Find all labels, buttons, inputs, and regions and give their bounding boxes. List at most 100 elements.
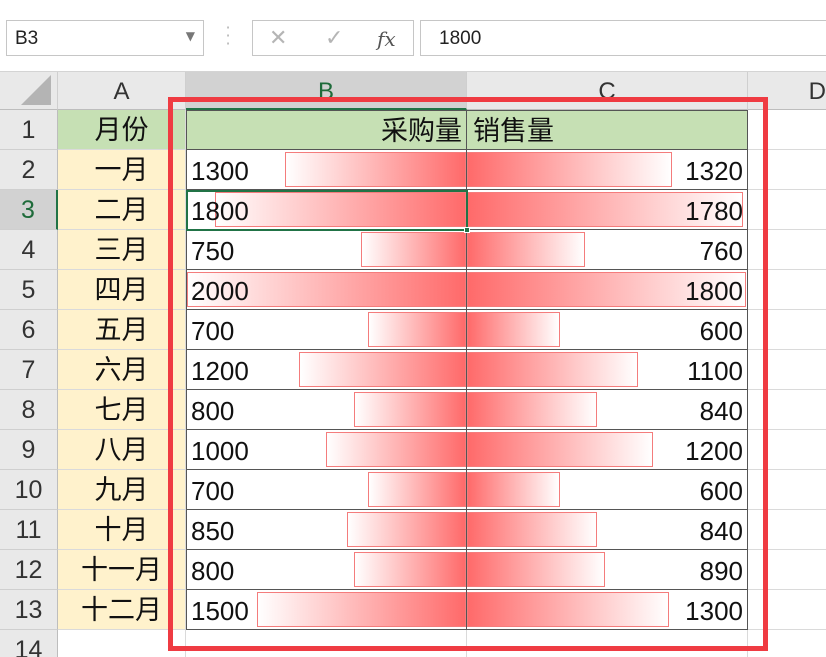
month-cell[interactable]: 九月 — [58, 470, 186, 510]
month-cell[interactable]: 十一月 — [58, 550, 186, 590]
sales-data-bar — [467, 152, 672, 187]
purchase-data-bar — [257, 592, 466, 627]
month-cell[interactable]: 四月 — [58, 270, 186, 310]
purchase-data-bar — [354, 392, 466, 427]
row-header-2[interactable]: 2 — [0, 150, 58, 190]
sales-cell[interactable]: 1320 — [467, 150, 748, 190]
row-header-6[interactable]: 6 — [0, 310, 58, 350]
month-cell[interactable]: 十月 — [58, 510, 186, 550]
purchase-cell[interactable]: 700 — [186, 310, 467, 350]
formula-input[interactable]: 1800 — [420, 20, 826, 56]
chevron-down-icon[interactable]: ▼ — [186, 29, 195, 43]
sales-cell[interactable]: 890 — [467, 550, 748, 590]
purchase-cell[interactable]: 750 — [186, 230, 467, 270]
purchase-value: 1200 — [191, 356, 249, 386]
empty-cell[interactable] — [748, 230, 826, 270]
month-cell[interactable]: 七月 — [58, 390, 186, 430]
name-box-value: B3 — [15, 28, 39, 49]
purchase-cell[interactable]: 1800 — [186, 190, 467, 230]
empty-cell[interactable] — [748, 430, 826, 470]
sales-cell[interactable]: 1300 — [467, 590, 748, 630]
check-icon[interactable]: ✓ — [325, 26, 343, 51]
purchase-data-bar — [285, 152, 466, 187]
empty-cell[interactable] — [467, 630, 748, 657]
row-header-1[interactable]: 1 — [0, 110, 58, 150]
purchase-cell[interactable]: 700 — [186, 470, 467, 510]
sales-cell[interactable]: 760 — [467, 230, 748, 270]
header-purchase-cell[interactable]: 采购量 — [186, 110, 467, 150]
close-icon[interactable]: ✕ — [269, 26, 287, 51]
empty-cell[interactable] — [748, 270, 826, 310]
purchase-value: 700 — [191, 316, 235, 346]
sales-cell[interactable]: 1780 — [467, 190, 748, 230]
sales-value: 600 — [699, 316, 743, 346]
header-sales-cell[interactable]: 销售量 — [467, 110, 748, 150]
purchase-value: 800 — [191, 556, 235, 586]
row-header-9[interactable]: 9 — [0, 430, 58, 470]
purchase-value: 700 — [191, 476, 235, 506]
formula-buttons: ✕ ✓ fx — [252, 20, 414, 56]
sales-cell[interactable]: 600 — [467, 310, 748, 350]
empty-cell[interactable] — [748, 470, 826, 510]
empty-cell[interactable] — [186, 630, 467, 657]
name-box[interactable]: B3 ▼ — [6, 20, 204, 56]
empty-cell[interactable] — [748, 190, 826, 230]
month-cell[interactable]: 十二月 — [58, 590, 186, 630]
purchase-cell[interactable]: 1300 — [186, 150, 467, 190]
row-header-10[interactable]: 10 — [0, 470, 58, 510]
row-header-13[interactable]: 13 — [0, 590, 58, 630]
purchase-cell[interactable]: 2000 — [186, 270, 467, 310]
sales-cell[interactable]: 840 — [467, 510, 748, 550]
row-header-7[interactable]: 7 — [0, 350, 58, 390]
column-header-b[interactable]: B — [186, 72, 467, 110]
month-cell[interactable]: 一月 — [58, 150, 186, 190]
month-cell[interactable]: 五月 — [58, 310, 186, 350]
purchase-cell[interactable]: 1200 — [186, 350, 467, 390]
empty-cell[interactable] — [748, 510, 826, 550]
purchase-value: 2000 — [191, 276, 249, 306]
month-cell[interactable]: 六月 — [58, 350, 186, 390]
row-header-8[interactable]: 8 — [0, 390, 58, 430]
sales-cell[interactable]: 1100 — [467, 350, 748, 390]
row-header-5[interactable]: 5 — [0, 270, 58, 310]
purchase-value: 1300 — [191, 156, 249, 186]
month-cell[interactable]: 三月 — [58, 230, 186, 270]
insert-function-icon[interactable]: fx — [377, 27, 396, 51]
row-header-4[interactable]: 4 — [0, 230, 58, 270]
header-month-cell[interactable]: 月份 — [58, 110, 186, 150]
purchase-cell[interactable]: 1500 — [186, 590, 467, 630]
empty-cell[interactable] — [748, 390, 826, 430]
sales-cell[interactable]: 840 — [467, 390, 748, 430]
sales-value: 1300 — [685, 596, 743, 626]
empty-cell[interactable] — [748, 350, 826, 390]
purchase-cell[interactable]: 800 — [186, 550, 467, 590]
sales-value: 840 — [699, 396, 743, 426]
column-header-c[interactable]: C — [467, 72, 748, 110]
empty-cell[interactable] — [748, 150, 826, 190]
select-all-corner[interactable] — [0, 72, 58, 110]
empty-cell[interactable] — [58, 630, 186, 657]
row-header-14[interactable]: 14 — [0, 630, 58, 657]
sales-value: 1200 — [685, 436, 743, 466]
sales-value: 1100 — [687, 356, 743, 386]
month-cell[interactable]: 八月 — [58, 430, 186, 470]
empty-cell[interactable] — [748, 590, 826, 630]
sales-cell[interactable]: 600 — [467, 470, 748, 510]
column-header-d[interactable]: D — [748, 72, 826, 110]
purchase-data-bar — [326, 432, 466, 467]
row-header-11[interactable]: 11 — [0, 510, 58, 550]
purchase-cell[interactable]: 800 — [186, 390, 467, 430]
drag-handle-icon[interactable]: · · · — [224, 20, 232, 52]
purchase-cell[interactable]: 1000 — [186, 430, 467, 470]
row-header-3[interactable]: 3 — [0, 190, 58, 230]
month-cell[interactable]: 二月 — [58, 190, 186, 230]
purchase-cell[interactable]: 850 — [186, 510, 467, 550]
empty-cell[interactable] — [748, 550, 826, 590]
sales-cell[interactable]: 1200 — [467, 430, 748, 470]
sales-cell[interactable]: 1800 — [467, 270, 748, 310]
formula-bar-area: B3 ▼ · · · ✕ ✓ fx 1800 — [0, 0, 826, 72]
empty-cell[interactable] — [748, 310, 826, 350]
column-header-a[interactable]: A — [58, 72, 186, 110]
row-header-12[interactable]: 12 — [0, 550, 58, 590]
empty-cell[interactable] — [748, 110, 826, 150]
